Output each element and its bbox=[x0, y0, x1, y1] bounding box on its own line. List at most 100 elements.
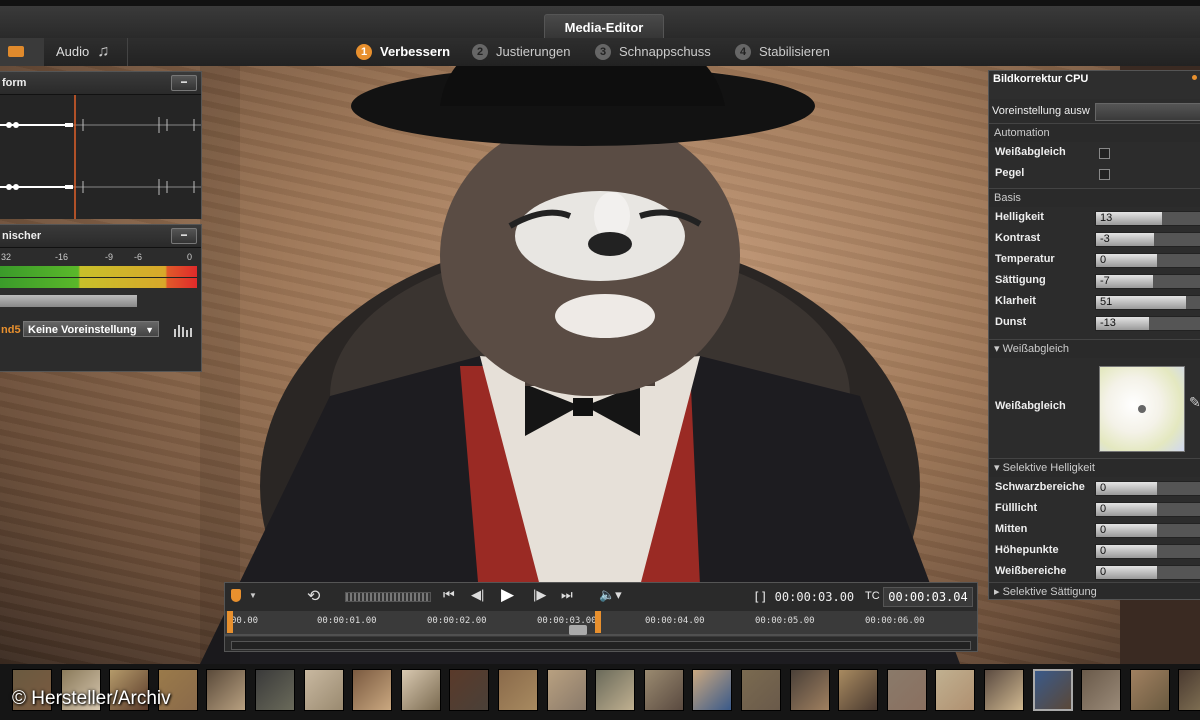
clip-thumbnail[interactable] bbox=[255, 669, 295, 711]
music-note-icon: ♫ bbox=[97, 43, 110, 60]
marker-icon[interactable] bbox=[231, 589, 241, 602]
value-slider[interactable]: 51 bbox=[1095, 295, 1200, 310]
slider-row: Weißbereiche 0 bbox=[989, 561, 1200, 582]
step-stabilisieren[interactable]: 4 Stabilisieren bbox=[735, 38, 830, 66]
value-slider[interactable]: 0 bbox=[1095, 502, 1200, 517]
slider-value: 0 bbox=[1100, 545, 1107, 557]
slider-value: 51 bbox=[1100, 296, 1113, 308]
automation-row: Weißabgleich bbox=[989, 142, 1200, 163]
clip-thumbnail[interactable] bbox=[1178, 669, 1200, 711]
timeline-scrollbar[interactable] bbox=[231, 641, 971, 650]
tab-video[interactable] bbox=[0, 38, 44, 66]
playhead-handle[interactable] bbox=[569, 625, 587, 635]
clip-thumbnail[interactable] bbox=[643, 669, 684, 711]
step-back-icon[interactable]: ◀︎| bbox=[471, 587, 484, 603]
step-label: Stabilisieren bbox=[759, 44, 830, 59]
clip-thumbnail[interactable] bbox=[303, 669, 344, 711]
clip-thumbnail[interactable] bbox=[1032, 669, 1073, 711]
preset-select[interactable] bbox=[1095, 103, 1200, 121]
clip-thumbnail[interactable] bbox=[984, 669, 1024, 711]
clip-thumbnail[interactable] bbox=[886, 669, 927, 711]
value-slider[interactable]: 0 bbox=[1095, 565, 1200, 580]
value-slider[interactable]: 13 bbox=[1095, 211, 1200, 226]
step-schnappschuss[interactable]: 3 Schnappschuss bbox=[595, 38, 711, 66]
value-slider[interactable]: -13 bbox=[1095, 316, 1200, 331]
slider-label: Schwarzbereiche bbox=[995, 481, 1085, 493]
value-slider[interactable]: 0 bbox=[1095, 544, 1200, 559]
volume-icon[interactable]: 🔈▾ bbox=[599, 587, 622, 603]
step-number: 4 bbox=[735, 43, 751, 60]
white-balance-checkbox[interactable] bbox=[1099, 148, 1110, 159]
step-label: Verbessern bbox=[380, 44, 451, 59]
preset-select-label: Voreinstellung ausw bbox=[992, 105, 1090, 117]
slider-row: Klarheit 51 bbox=[989, 291, 1200, 312]
shuttle-control[interactable] bbox=[345, 592, 431, 602]
clip-thumbnail[interactable] bbox=[352, 669, 393, 711]
slider-label: Mitten bbox=[995, 523, 1028, 535]
color-pad-handle[interactable] bbox=[1138, 405, 1146, 413]
slider-label: Kontrast bbox=[995, 232, 1041, 244]
collapse-button[interactable]: − bbox=[171, 75, 197, 91]
slider-label: Helligkeit bbox=[995, 211, 1044, 223]
clip-thumbnail[interactable] bbox=[692, 669, 733, 711]
mixer-body: 32 -16 -9 -6 0 nd5 Keine Voreinstellung … bbox=[0, 248, 201, 372]
selective-saturation-section-header[interactable]: ▸ Selektive Sättigung bbox=[989, 582, 1200, 599]
play-icon[interactable]: ▶ bbox=[501, 585, 514, 605]
ruler-tick-label: 00:00:06.00 bbox=[865, 616, 925, 626]
timecode-display[interactable]: 00:00:03.04 bbox=[883, 587, 973, 607]
step-verbessern[interactable]: 1 Verbessern bbox=[356, 38, 450, 66]
out-point-marker[interactable] bbox=[595, 611, 601, 633]
tab-audio-label: Audio bbox=[56, 44, 90, 59]
title-bar: Media-Editor bbox=[0, 0, 1200, 42]
slider-label: Höhepunkte bbox=[995, 544, 1059, 556]
image-correction-panel: Bildkorrektur CPU Voreinstellung ausw Au… bbox=[988, 70, 1200, 600]
slider-row: Mitten 0 bbox=[989, 519, 1200, 540]
clip-thumbnail[interactable] bbox=[1129, 669, 1170, 711]
clip-thumbnail[interactable] bbox=[546, 669, 587, 711]
slider-value: -3 bbox=[1100, 233, 1110, 245]
ruler-tick-label: 00:00:01.00 bbox=[317, 616, 377, 626]
section-title: Selektive Helligkeit bbox=[1002, 462, 1095, 474]
chevron-down-icon[interactable]: ▼ bbox=[249, 591, 257, 600]
collapse-button[interactable]: − bbox=[171, 228, 197, 244]
waveform-panel-title: form bbox=[2, 77, 27, 89]
go-to-start-icon[interactable]: ⏮ bbox=[443, 587, 455, 603]
ruler-tick-label: 00:00:03.00 bbox=[537, 616, 597, 626]
selective-brightness-section-header[interactable]: ▾ Selektive Helligkeit bbox=[989, 458, 1200, 477]
ruler-tick-label: 00:00:04.00 bbox=[645, 616, 705, 626]
value-slider[interactable]: 0 bbox=[1095, 253, 1200, 268]
automation-section-header: Automation bbox=[989, 123, 1200, 142]
value-slider[interactable]: 0 bbox=[1095, 481, 1200, 496]
slider-label: Dunst bbox=[995, 316, 1027, 328]
volume-slider[interactable] bbox=[0, 295, 137, 307]
value-slider[interactable]: 0 bbox=[1095, 523, 1200, 538]
preset-dropdown[interactable]: Keine Voreinstellung ▼ bbox=[23, 321, 159, 337]
go-to-end-icon[interactable]: ⏭ bbox=[561, 587, 573, 603]
value-slider[interactable]: -7 bbox=[1095, 274, 1200, 289]
clip-thumbnail[interactable] bbox=[935, 669, 976, 711]
clip-thumbnail[interactable] bbox=[741, 669, 781, 711]
clip-thumbnail[interactable] bbox=[206, 669, 247, 711]
clip-thumbnail[interactable] bbox=[595, 669, 636, 711]
equalizer-icon[interactable] bbox=[173, 323, 193, 337]
preset-select-row: Voreinstellung ausw bbox=[989, 99, 1200, 123]
step-forward-icon[interactable]: |▶︎ bbox=[533, 587, 546, 603]
tab-audio[interactable]: Audio ♫ bbox=[44, 38, 128, 66]
level-checkbox[interactable] bbox=[1099, 169, 1110, 180]
mixer-panel-header: nischer − bbox=[0, 225, 201, 248]
step-justierungen[interactable]: 2 Justierungen bbox=[472, 38, 570, 66]
white-balance-section-header[interactable]: ▾ Weißabgleich bbox=[989, 339, 1200, 358]
slider-value: 0 bbox=[1100, 566, 1107, 578]
eyedropper-icon[interactable]: ✎ bbox=[1189, 394, 1200, 411]
clip-thumbnail[interactable] bbox=[449, 669, 490, 711]
slider-row: Sättigung -7 bbox=[989, 270, 1200, 291]
clip-thumbnail[interactable] bbox=[498, 669, 538, 711]
in-point-marker[interactable] bbox=[227, 611, 233, 633]
clip-thumbnail[interactable] bbox=[1081, 669, 1122, 711]
clip-thumbnail[interactable] bbox=[400, 669, 441, 711]
white-balance-color-pad[interactable] bbox=[1099, 366, 1185, 452]
clip-thumbnail[interactable] bbox=[789, 669, 830, 711]
loop-icon[interactable]: ⟲ bbox=[307, 586, 320, 606]
value-slider[interactable]: -3 bbox=[1095, 232, 1200, 247]
clip-thumbnail[interactable] bbox=[838, 669, 879, 711]
